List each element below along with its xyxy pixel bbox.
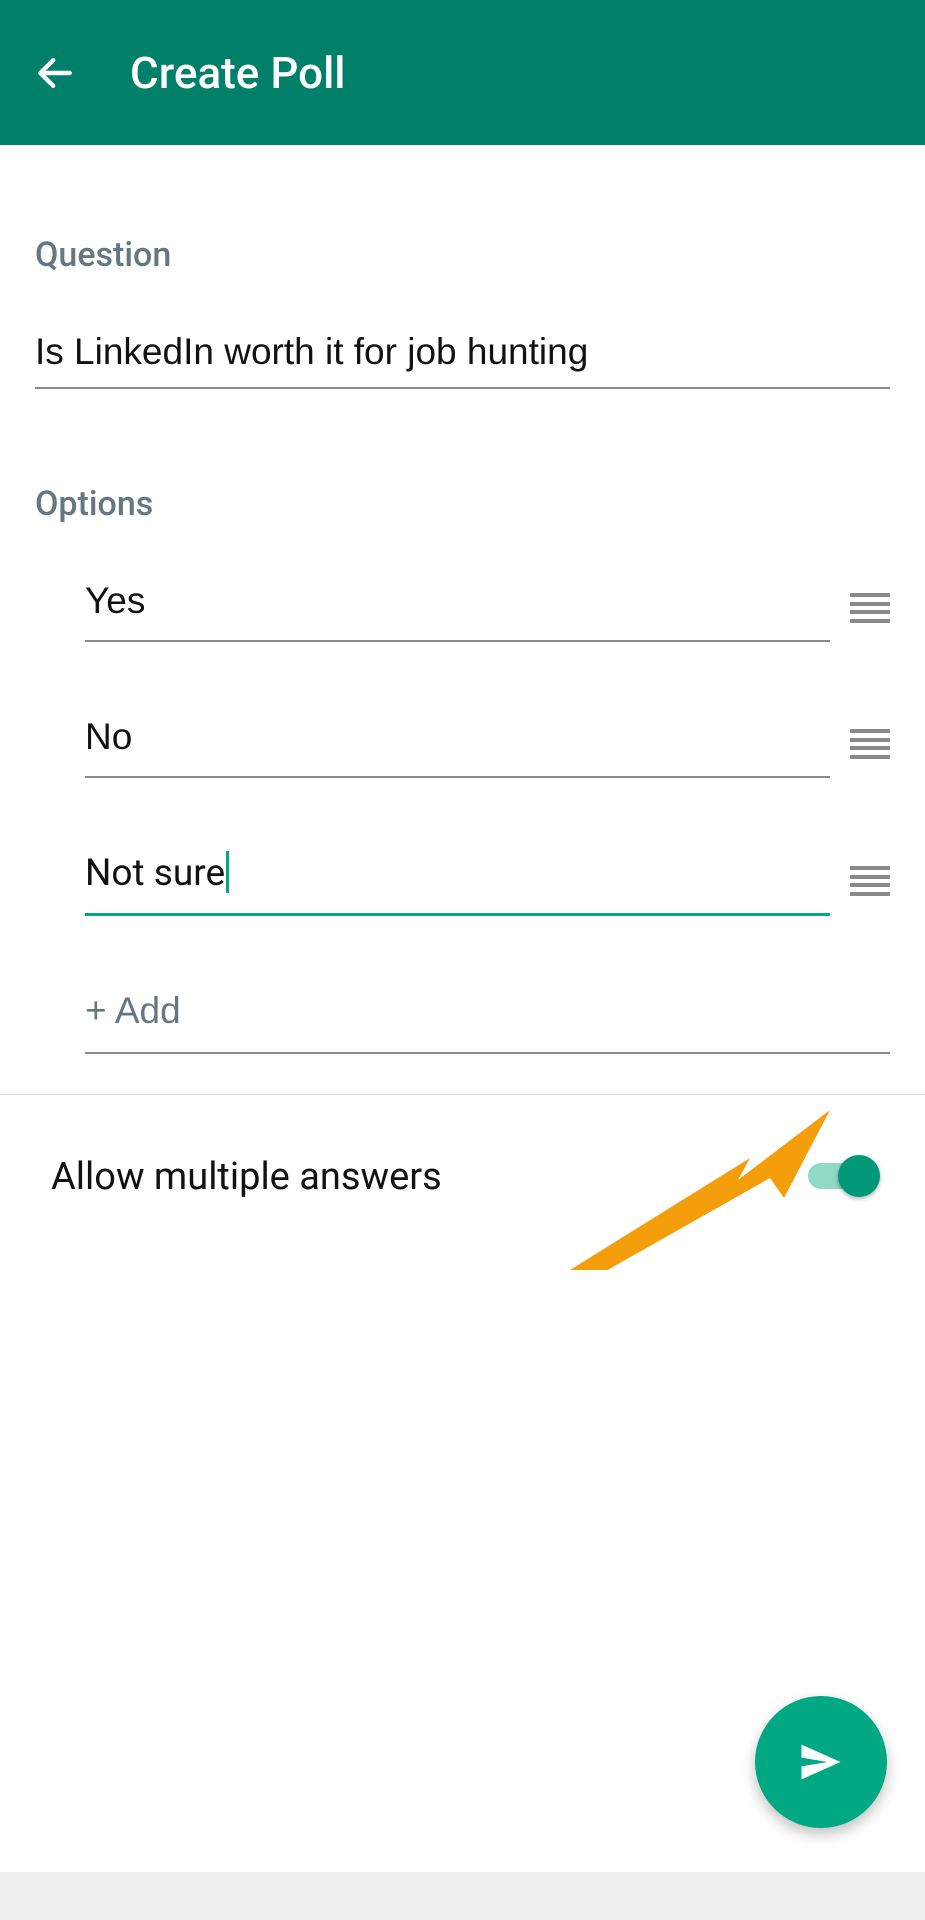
back-button[interactable] — [30, 48, 80, 98]
drag-handle-icon[interactable] — [850, 864, 890, 898]
options-section-label: Options — [35, 484, 890, 524]
toggle-thumb — [838, 1155, 880, 1197]
content-area: Question Options Not sure — [0, 145, 925, 1199]
question-section-label: Question — [35, 235, 890, 275]
add-option-input[interactable] — [85, 984, 890, 1054]
allow-multiple-toggle[interactable] — [808, 1155, 880, 1199]
page-title: Create Poll — [130, 47, 346, 99]
options-section: Options Not sure — [35, 484, 890, 1054]
allow-multiple-row: Allow multiple answers — [35, 1095, 890, 1199]
option-row — [85, 710, 890, 778]
text-cursor — [226, 851, 229, 893]
question-input[interactable] — [35, 325, 890, 389]
drag-handle-icon[interactable] — [850, 727, 890, 761]
arrow-left-icon — [33, 51, 77, 95]
option-input-2[interactable] — [85, 710, 830, 778]
option-row — [85, 574, 890, 642]
system-nav-bar — [0, 1872, 925, 1920]
option-row: Not sure — [85, 846, 890, 916]
option-input-1[interactable] — [85, 574, 830, 642]
option-input-3[interactable]: Not sure — [85, 846, 830, 916]
app-header: Create Poll — [0, 0, 925, 145]
allow-multiple-label: Allow multiple answers — [51, 1155, 442, 1199]
section-divider — [0, 1094, 925, 1095]
send-button[interactable] — [755, 1696, 887, 1828]
send-icon — [795, 1736, 847, 1788]
drag-handle-icon[interactable] — [850, 591, 890, 625]
options-list: Not sure — [35, 574, 890, 1054]
add-option-row — [85, 984, 890, 1054]
